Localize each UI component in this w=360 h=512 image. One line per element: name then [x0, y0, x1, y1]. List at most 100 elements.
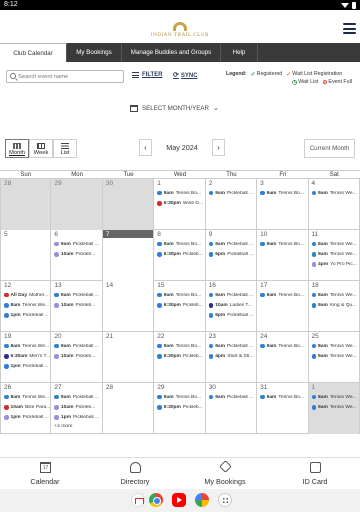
day-cell[interactable]: 28 — [0, 179, 52, 230]
calendar-event[interactable]: 9am Tennis Bo... — [154, 239, 204, 249]
calendar-event[interactable]: 9am Tennis We... — [309, 402, 359, 412]
calendar-event[interactable]: 9am King & Qu... — [309, 300, 359, 310]
day-cell[interactable]: 25 8am Tennis We... 9am Tennis We... — [309, 332, 360, 383]
calendar-event[interactable]: 8am Tennis We... — [1, 300, 50, 310]
calendar-event[interactable]: 9am Tennis We... — [309, 188, 359, 198]
calendar-event[interactable]: 6:30pm Wine D... — [154, 198, 204, 208]
day-cell[interactable]: 1 8am Tennis We... 9am Tennis We... — [308, 383, 360, 434]
nav-calendar[interactable]: 17 Calendar — [0, 458, 90, 490]
calendar-event[interactable]: 9am Tennis Bo... — [154, 188, 204, 198]
more-events-link[interactable]: +2 more — [51, 423, 101, 431]
calendar-event[interactable]: 8am Tennis We... — [1, 392, 50, 402]
calendar-event[interactable]: 1pm Pickleball ... — [1, 413, 50, 423]
calendar-event[interactable]: 9am Pickleball ... — [51, 392, 101, 402]
day-cell[interactable]: 24 9am Tennis Bo... — [257, 332, 309, 383]
day-cell[interactable]: 23 9am Pickleball ... 4pm Start & Str... — [206, 332, 258, 383]
tab-my-bookings[interactable]: My Bookings — [67, 43, 122, 62]
day-cell[interactable]: 5 — [0, 230, 52, 281]
hamburger-menu-icon[interactable] — [343, 23, 356, 34]
calendar-event[interactable]: 6pm Pickleball ... — [206, 311, 256, 321]
calendar-event[interactable]: 6:30pm Pickleb... — [154, 300, 204, 310]
calendar-event[interactable]: 9am Pickleball ... — [51, 239, 101, 249]
chrome-icon[interactable] — [149, 493, 163, 507]
day-cell[interactable]: 31 9am Tennis Bo... — [257, 383, 309, 434]
week-view-button[interactable]: Week — [29, 139, 53, 158]
calendar-event[interactable]: 9am Tennis Bo... — [257, 392, 307, 402]
nav-id-card[interactable]: ID Card — [270, 458, 360, 490]
day-cell[interactable]: 30 — [102, 179, 155, 230]
filter-button[interactable]: FILTER — [132, 72, 163, 78]
day-cell[interactable]: 9 9am Pickleball ... 6pm Pickleball ... — [206, 230, 258, 281]
day-cell[interactable]: 19 8am Tennis We... 6:30am Men's T... 1pm Pick… — [0, 332, 52, 383]
calendar-event[interactable]: 1pm Pickleball ... — [51, 413, 101, 423]
calendar-event[interactable]: 8am Tennis We... — [309, 341, 359, 351]
gmail-icon[interactable] — [131, 493, 145, 507]
calendar-event[interactable]: 9am Pickleball ... — [206, 239, 256, 249]
calendar-event[interactable]: 4pm Yo Pro Pic... — [309, 260, 359, 270]
photos-icon[interactable] — [195, 493, 209, 507]
calendar-event[interactable]: 8am Tennis We... — [309, 392, 359, 402]
day-cell[interactable]: 13 9am Pickleball ... 10am Pickleb... — [51, 281, 103, 332]
calendar-event[interactable]: 6:30pm Pickleb... — [154, 402, 204, 412]
select-month-year-dropdown[interactable]: SELECT MONTH/YEAR ⌄ — [130, 104, 219, 112]
day-cell[interactable]: 18 8am Tennis We... 9am King & Qu... — [309, 281, 360, 332]
calendar-event[interactable]: 9am Tennis We... — [309, 351, 359, 361]
sync-button[interactable]: ⟳ SYNC — [173, 72, 198, 79]
day-cell[interactable]: 30 9am Pickleball ... — [206, 383, 258, 434]
calendar-event[interactable]: 9am Tennis Bo... — [154, 392, 204, 402]
day-cell[interactable]: 3 9am Tennis Bo... — [257, 179, 309, 230]
day-cell[interactable]: 14 — [103, 281, 155, 332]
nav-my-bookings[interactable]: My Bookings — [180, 458, 270, 490]
day-cell[interactable]: 6 9am Pickleball ... 10am Pickleb... — [51, 230, 103, 281]
calendar-event[interactable]: 9am Pickleball ... — [51, 290, 101, 300]
day-cell[interactable]: 29 — [51, 179, 103, 230]
day-cell[interactable]: 22 9am Tennis Bo... 6:30pm Pickleb... — [154, 332, 206, 383]
day-cell[interactable]: 20 9am Pickleball ... 10am Pickleb... — [51, 332, 103, 383]
next-month-button[interactable]: › — [212, 139, 225, 156]
calendar-event[interactable]: 10am Pickleb... — [51, 351, 101, 361]
prev-month-button[interactable]: ‹ — [139, 139, 152, 156]
calendar-event[interactable]: 9am Tennis Bo... — [154, 341, 204, 351]
calendar-event[interactable]: 9am Tennis Bo... — [257, 188, 307, 198]
calendar-event[interactable]: 9am Tennis We... — [309, 249, 359, 259]
tab-manage-buddies[interactable]: Manage Buddies and Groups — [122, 43, 221, 62]
day-cell[interactable]: 8 9am Tennis Bo... 6:30pm Pickleb... — [154, 230, 206, 281]
day-cell[interactable]: 4 9am Tennis We... — [309, 179, 360, 230]
day-cell[interactable]: 21 — [103, 332, 155, 383]
calendar-event[interactable]: 1pm Pickleball ... — [1, 362, 50, 372]
current-month-button[interactable]: Current Month — [304, 139, 355, 158]
day-cell[interactable]: 1 9am Tennis Bo... 6:30pm Wine D... — [154, 179, 206, 230]
day-cell[interactable]: 11 8am Tennis We... 9am Tennis We... 4pm Yo Pr… — [309, 230, 360, 281]
calendar-event[interactable]: 9am Pickleball ... — [51, 341, 101, 351]
calendar-event[interactable]: 6:30am Men's T... — [1, 351, 50, 361]
calendar-event[interactable]: 10am Bike Para... — [1, 402, 50, 412]
day-cell[interactable]: 17 9am Tennis Bo... — [257, 281, 309, 332]
calendar-event[interactable]: 9am Pickleball ... — [206, 341, 256, 351]
day-cell[interactable]: 12 All Day Mother... 8am Tennis We... 1pm Pick… — [0, 281, 52, 332]
day-cell[interactable]: 2 9am Pickleball ... — [206, 179, 258, 230]
calendar-event[interactable]: 9am Tennis Bo... — [257, 290, 307, 300]
calendar-event[interactable]: 10am Pickleb... — [51, 402, 101, 412]
day-cell[interactable]: 27 9am Pickleball ... 10am Pickleb... 1pm Pick… — [51, 383, 103, 434]
tab-help[interactable]: Help — [221, 43, 258, 62]
search-input[interactable] — [18, 72, 122, 82]
app-drawer-icon[interactable] — [218, 493, 232, 507]
day-cell[interactable]: 15 9am Tennis Bo... 6:30pm Pickleb... — [154, 281, 206, 332]
calendar-event[interactable]: All Day Mother... — [1, 290, 50, 300]
calendar-event[interactable]: 9am Pickleball ... — [206, 290, 256, 300]
youtube-icon[interactable] — [172, 493, 186, 507]
calendar-event[interactable]: 4pm Start & Str... — [206, 351, 256, 361]
day-cell[interactable]: 29 9am Tennis Bo... 6:30pm Pickleb... — [154, 383, 206, 434]
day-cell[interactable]: 16 9am Pickleball ... 10am Ladies T... 6pm Pic… — [206, 281, 258, 332]
month-view-button[interactable]: Month — [5, 139, 29, 158]
calendar-event[interactable]: 10am Pickleb... — [51, 300, 101, 310]
calendar-event[interactable]: 1pm Pickleball ... — [1, 311, 50, 321]
nav-directory[interactable]: Directory — [90, 458, 180, 490]
search-box[interactable] — [6, 70, 124, 83]
calendar-event[interactable]: 6:30pm Pickleb... — [154, 351, 204, 361]
list-view-button[interactable]: List — [53, 139, 77, 158]
calendar-event[interactable]: 10am Ladies T... — [206, 300, 256, 310]
calendar-event[interactable]: 6pm Pickleball ... — [206, 249, 256, 259]
tab-club-calendar[interactable]: Club Calendar — [0, 43, 67, 62]
day-cell[interactable]: 10 9am Tennis Bo... — [257, 230, 309, 281]
